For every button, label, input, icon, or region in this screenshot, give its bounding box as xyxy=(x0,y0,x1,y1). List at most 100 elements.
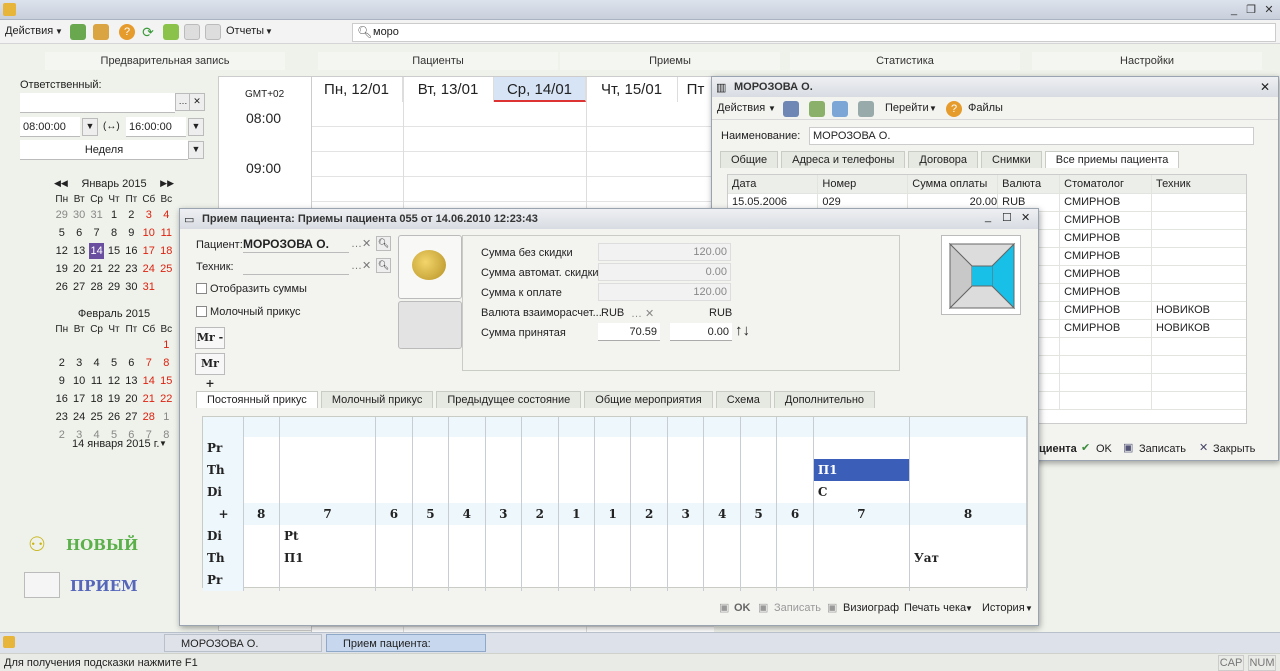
tab-patients[interactable]: Пациенты xyxy=(318,52,558,70)
tooth-cell[interactable] xyxy=(776,481,814,503)
tooth-number[interactable]: 5 xyxy=(412,503,450,525)
tooth-number[interactable]: 5 xyxy=(740,503,778,525)
chevron-down-icon[interactable]: ▼ xyxy=(159,439,167,448)
calendar-day[interactable]: 19 xyxy=(106,391,121,407)
day-header[interactable]: Пн, 12/01 xyxy=(311,77,403,102)
tooth-cell[interactable] xyxy=(630,481,668,503)
user-find-icon[interactable] xyxy=(93,24,109,40)
calendar-day[interactable]: 9 xyxy=(124,225,139,241)
calendar-day[interactable]: 13 xyxy=(124,373,139,389)
tooth-cell[interactable] xyxy=(776,547,814,569)
day-header-today[interactable]: Ср, 14/01 xyxy=(494,77,586,102)
history-menu[interactable]: История xyxy=(982,602,1025,614)
tooth-cell[interactable] xyxy=(558,481,596,503)
calendar-day[interactable]: 9 xyxy=(54,373,70,389)
document-icon[interactable] xyxy=(24,572,60,598)
calendar-day[interactable]: 10 xyxy=(72,373,87,389)
tooth-cell[interactable] xyxy=(243,481,280,503)
tooth-cell[interactable] xyxy=(448,547,486,569)
tooth-cell[interactable] xyxy=(594,569,632,591)
calendar-day[interactable]: 2 xyxy=(54,427,70,443)
tooth-cell[interactable] xyxy=(740,569,778,591)
tooth-number[interactable]: 7 xyxy=(813,503,911,525)
tooth-cell[interactable] xyxy=(558,525,596,547)
calendar-day[interactable]: 15 xyxy=(106,243,121,259)
tooth-cell[interactable] xyxy=(375,459,413,481)
calendar-day[interactable]: 2 xyxy=(54,355,70,371)
tooth-cell[interactable] xyxy=(375,569,413,591)
tooth-cell[interactable] xyxy=(740,525,778,547)
tooth-cell[interactable] xyxy=(485,437,523,459)
calendar-day[interactable]: 29 xyxy=(106,279,121,295)
tooth-number[interactable]: 8 xyxy=(909,503,1027,525)
calendar-day[interactable]: 11 xyxy=(89,373,105,389)
mr-minus-button[interactable]: Mr - xyxy=(195,327,225,349)
calendar-day[interactable]: 1 xyxy=(159,337,174,353)
tooth-cell[interactable] xyxy=(630,459,668,481)
people-icon[interactable] xyxy=(163,24,179,40)
save-button[interactable]: Записать xyxy=(1139,443,1186,455)
tooth-cell[interactable] xyxy=(909,437,1027,459)
tab-general[interactable]: Общие xyxy=(720,151,779,168)
calendar-day[interactable]: 16 xyxy=(124,243,139,259)
calendar-day[interactable]: 5 xyxy=(54,225,70,241)
tooth-cell[interactable] xyxy=(485,525,523,547)
print-menu[interactable]: Печать чека xyxy=(904,602,966,614)
calendar-day[interactable] xyxy=(72,337,87,353)
tooth-cell[interactable] xyxy=(412,525,450,547)
calendar-day[interactable]: 7 xyxy=(89,225,105,241)
calendar-grid[interactable]: Пн Вт Ср Чт Пт Сб Вс 29 30 31 1 2 3 4 5 6 7 8 9 10 11 12 13 14 1… xyxy=(52,192,176,297)
tooth-number[interactable]: 2 xyxy=(521,503,559,525)
tooth-cell[interactable] xyxy=(485,481,523,503)
tab-images[interactable]: Снимки xyxy=(981,151,1042,168)
tooth-cell[interactable] xyxy=(412,437,450,459)
tooth-cell[interactable] xyxy=(558,569,596,591)
tooth-number[interactable]: 6 xyxy=(375,503,413,525)
tab-addresses[interactable]: Адреса и телефоны xyxy=(781,151,906,168)
tooth-cell[interactable] xyxy=(667,459,705,481)
calendar-day[interactable] xyxy=(124,337,139,353)
calendar-grid[interactable]: Пн Вт Ср Чт Пт Сб Вс 1 2 3 4 5 6 7 8 9 10 11 12 13 14 15 16 17 1… xyxy=(52,322,176,445)
tooth-cell[interactable] xyxy=(813,437,911,459)
tab-additional[interactable]: Дополнительно xyxy=(773,391,876,408)
tooth-number[interactable]: 4 xyxy=(703,503,741,525)
payment-tab-card[interactable] xyxy=(398,301,462,349)
tooth-cell[interactable]: Pt xyxy=(279,525,377,547)
tooth-cell[interactable] xyxy=(594,459,632,481)
refresh-icon[interactable]: ⟳ xyxy=(140,24,156,40)
calendar-day[interactable]: 31 xyxy=(89,207,105,223)
selected-date[interactable]: 14 января 2015 г. xyxy=(72,438,159,450)
calendar-day[interactable]: 21 xyxy=(141,391,157,407)
sort-arrows-icon[interactable]: ↑↓ xyxy=(735,322,750,339)
tooth-number[interactable]: 3 xyxy=(667,503,705,525)
maximize-icon[interactable]: ☐ xyxy=(1002,211,1012,224)
tooth-cell[interactable] xyxy=(594,525,632,547)
tab-settings[interactable]: Настройки xyxy=(1032,52,1262,70)
tooth-cell[interactable] xyxy=(412,547,450,569)
tooth-cell[interactable] xyxy=(630,569,668,591)
calendar-day[interactable] xyxy=(106,337,121,353)
tooth-cell[interactable] xyxy=(813,569,911,591)
calendar-day[interactable]: 28 xyxy=(89,279,105,295)
chevron-down-icon[interactable]: ▼ xyxy=(1025,604,1033,613)
responsible-field[interactable] xyxy=(20,93,175,113)
find-icon[interactable] xyxy=(70,24,86,40)
calendar-day[interactable]: 14 xyxy=(88,243,105,259)
close-icon[interactable]: ✕ xyxy=(1261,3,1277,17)
calendar-day[interactable]: 21 xyxy=(89,261,105,277)
tooth-cell[interactable] xyxy=(558,547,596,569)
minimize-icon[interactable]: _ xyxy=(985,211,991,223)
search-icon[interactable]: 🔍︎ xyxy=(376,236,391,251)
search-icon[interactable]: 🔍︎ xyxy=(376,258,391,273)
tooth-cell[interactable] xyxy=(558,459,596,481)
calendar-day[interactable]: 17 xyxy=(72,391,87,407)
chevron-down-icon[interactable]: ▼ xyxy=(188,118,204,136)
tooth-cell[interactable] xyxy=(521,437,559,459)
mr-plus-button[interactable]: Mr + xyxy=(195,353,225,390)
table-icon[interactable] xyxy=(205,24,221,40)
tooth-cell[interactable] xyxy=(243,459,280,481)
tooth-cell[interactable] xyxy=(412,459,450,481)
calendar-day[interactable]: 28 xyxy=(141,409,157,425)
tooth-cell[interactable] xyxy=(667,525,705,547)
tooth-cell[interactable] xyxy=(703,547,741,569)
